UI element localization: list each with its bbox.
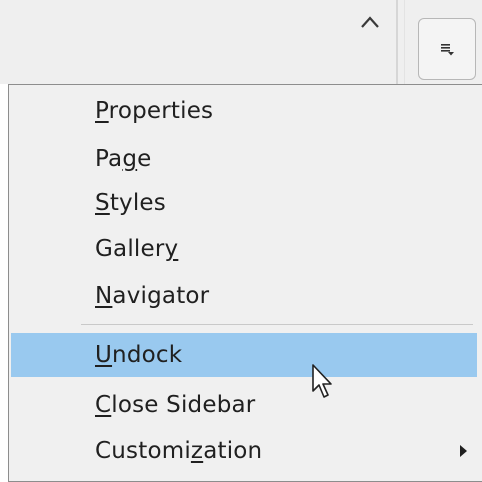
- menu-item-label: Close Sidebar: [95, 392, 256, 418]
- menu-dropdown-icon: [441, 44, 454, 56]
- menu-item-label: Undock: [95, 342, 183, 368]
- menu-item-label: Customization: [95, 438, 263, 464]
- menu-item-gallery[interactable]: Gallery: [11, 227, 477, 271]
- menu-item-close-sidebar[interactable]: Close Sidebar: [11, 383, 477, 427]
- sidebar-context-menu: Properties Page Styles Gallery Navigator…: [8, 84, 482, 482]
- menu-item-label: Styles: [95, 190, 166, 216]
- menu-item-styles[interactable]: Styles: [11, 181, 477, 225]
- menu-item-label: Properties: [95, 98, 214, 124]
- menu-item-label: Gallery: [95, 236, 179, 262]
- menu-item-label: Navigator: [95, 283, 210, 309]
- sidebar-menu-button[interactable]: [418, 18, 476, 80]
- sidebar-title-bar: [0, 0, 482, 84]
- menu-item-label: Page: [95, 146, 152, 172]
- menu-item-page[interactable]: Page: [11, 137, 477, 181]
- chevron-up-icon: [361, 16, 379, 28]
- menu-item-undock[interactable]: Undock: [11, 333, 477, 377]
- menu-item-customization[interactable]: Customization: [11, 429, 477, 473]
- menu-separator: [81, 324, 473, 325]
- mouse-pointer-icon: [312, 364, 332, 398]
- toolbar-divider: [404, 0, 405, 84]
- submenu-arrow-icon: [460, 445, 467, 457]
- menu-item-properties[interactable]: Properties: [11, 89, 477, 133]
- scroll-up-button[interactable]: [352, 14, 388, 54]
- menu-item-navigator[interactable]: Navigator: [11, 274, 477, 318]
- toolbar-divider: [396, 0, 398, 84]
